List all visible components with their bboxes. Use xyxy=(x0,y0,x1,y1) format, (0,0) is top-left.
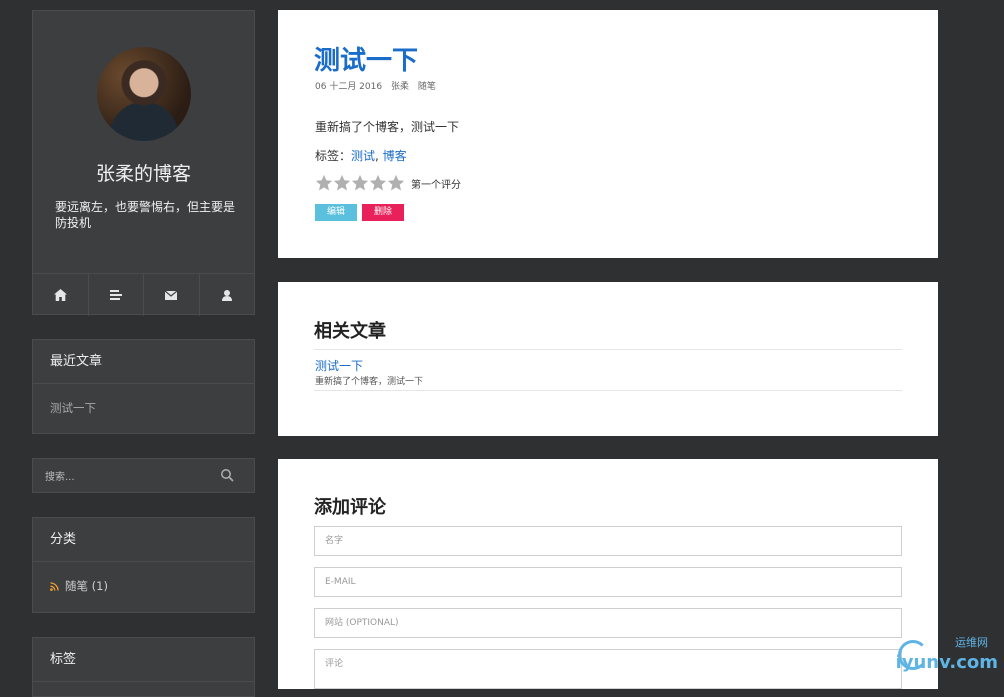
tag-link[interactable]: 测试 xyxy=(351,149,375,163)
post-tags: 标签：测试, 博客 xyxy=(315,147,407,164)
tags-title: 标签 xyxy=(33,638,254,682)
search-input[interactable] xyxy=(43,466,197,488)
nav-icon-row xyxy=(33,273,254,316)
nav-list[interactable] xyxy=(89,274,144,316)
tags-label: 标签： xyxy=(315,149,352,163)
comment-form-title: 添加评论 xyxy=(314,497,386,518)
post-category[interactable]: 随笔 xyxy=(418,82,436,92)
recent-post-item[interactable]: 测试一下 xyxy=(33,384,254,432)
rating-text: 第一个评分 xyxy=(411,179,461,191)
nav-mail[interactable] xyxy=(144,274,200,316)
comment-textarea[interactable] xyxy=(314,649,902,689)
nav-home[interactable] xyxy=(33,274,89,316)
tag-link[interactable]: 博客 xyxy=(383,149,407,163)
categories-widget: 分类 随笔 (1) xyxy=(32,517,255,613)
related-post-link[interactable]: 测试一下 xyxy=(315,357,363,374)
delete-button[interactable]: 删除 xyxy=(362,204,404,221)
search-widget xyxy=(32,458,255,493)
profile-panel: 张柔的博客 要远离左，也要警惕右，但主要是防投机 xyxy=(32,10,255,316)
name-field[interactable] xyxy=(314,526,902,556)
post-author[interactable]: 张柔 xyxy=(391,82,409,92)
post-card: 测试一下 06 十二月 2016 张柔 随笔 重新搞了个博客，测试一下 标签：测… xyxy=(278,10,938,258)
star-icon[interactable] xyxy=(387,174,405,192)
search-icon[interactable] xyxy=(220,468,234,482)
sidebar: 张柔的博客 要远离左，也要警惕右，但主要是防投机 最近文章 测试一下 搜索...… xyxy=(32,10,255,697)
category-item[interactable]: 随笔 (1) xyxy=(50,578,237,594)
comment-form-card: 添加评论 xyxy=(278,459,938,689)
watermark: 运维网 iyunv.com xyxy=(895,634,998,676)
email-field[interactable] xyxy=(314,567,902,597)
star-icon[interactable] xyxy=(369,174,387,192)
tag-separator: , xyxy=(375,149,383,163)
recent-posts-title: 最近文章 xyxy=(33,340,254,384)
star-icon[interactable] xyxy=(315,174,333,192)
page: 张柔的博客 要远离左，也要警惕右，但主要是防投机 最近文章 测试一下 搜索...… xyxy=(0,0,1004,697)
list-icon xyxy=(109,290,122,300)
nav-user[interactable] xyxy=(200,274,255,316)
divider xyxy=(314,390,902,391)
watermark-url: iyunv.com xyxy=(895,652,998,673)
avatar[interactable] xyxy=(97,47,191,141)
star-rating: 第一个评分 xyxy=(315,174,461,192)
blog-description: 要远离左，也要警惕右，但主要是防投机 xyxy=(55,200,236,230)
tags-widget: 标签 xyxy=(32,637,255,697)
recent-posts-widget: 最近文章 测试一下 xyxy=(32,339,255,434)
related-posts-title: 相关文章 xyxy=(314,321,386,342)
blog-title[interactable]: 张柔的博客 xyxy=(33,159,254,186)
categories-title: 分类 xyxy=(33,518,254,562)
home-icon xyxy=(53,289,67,301)
category-label: 随笔 (1) xyxy=(65,579,108,593)
related-posts-card: 相关文章 测试一下 重新搞了个博客，测试一下 xyxy=(278,282,938,436)
post-title[interactable]: 测试一下 xyxy=(314,40,418,77)
edit-button[interactable]: 编辑 xyxy=(315,204,357,221)
post-date: 06 十二月 2016 xyxy=(315,82,383,92)
star-icon[interactable] xyxy=(351,174,369,192)
post-excerpt: 重新搞了个博客，测试一下 xyxy=(315,120,460,134)
star-icon[interactable] xyxy=(333,174,351,192)
rss-icon xyxy=(50,581,59,591)
user-icon xyxy=(221,289,232,301)
related-post-excerpt: 重新搞了个博客，测试一下 xyxy=(315,377,424,387)
website-field[interactable] xyxy=(314,608,902,638)
divider xyxy=(314,349,902,350)
post-meta: 06 十二月 2016 张柔 随笔 xyxy=(315,79,442,92)
watermark-text: 运维网 xyxy=(955,636,988,649)
envelope-icon xyxy=(165,290,178,300)
